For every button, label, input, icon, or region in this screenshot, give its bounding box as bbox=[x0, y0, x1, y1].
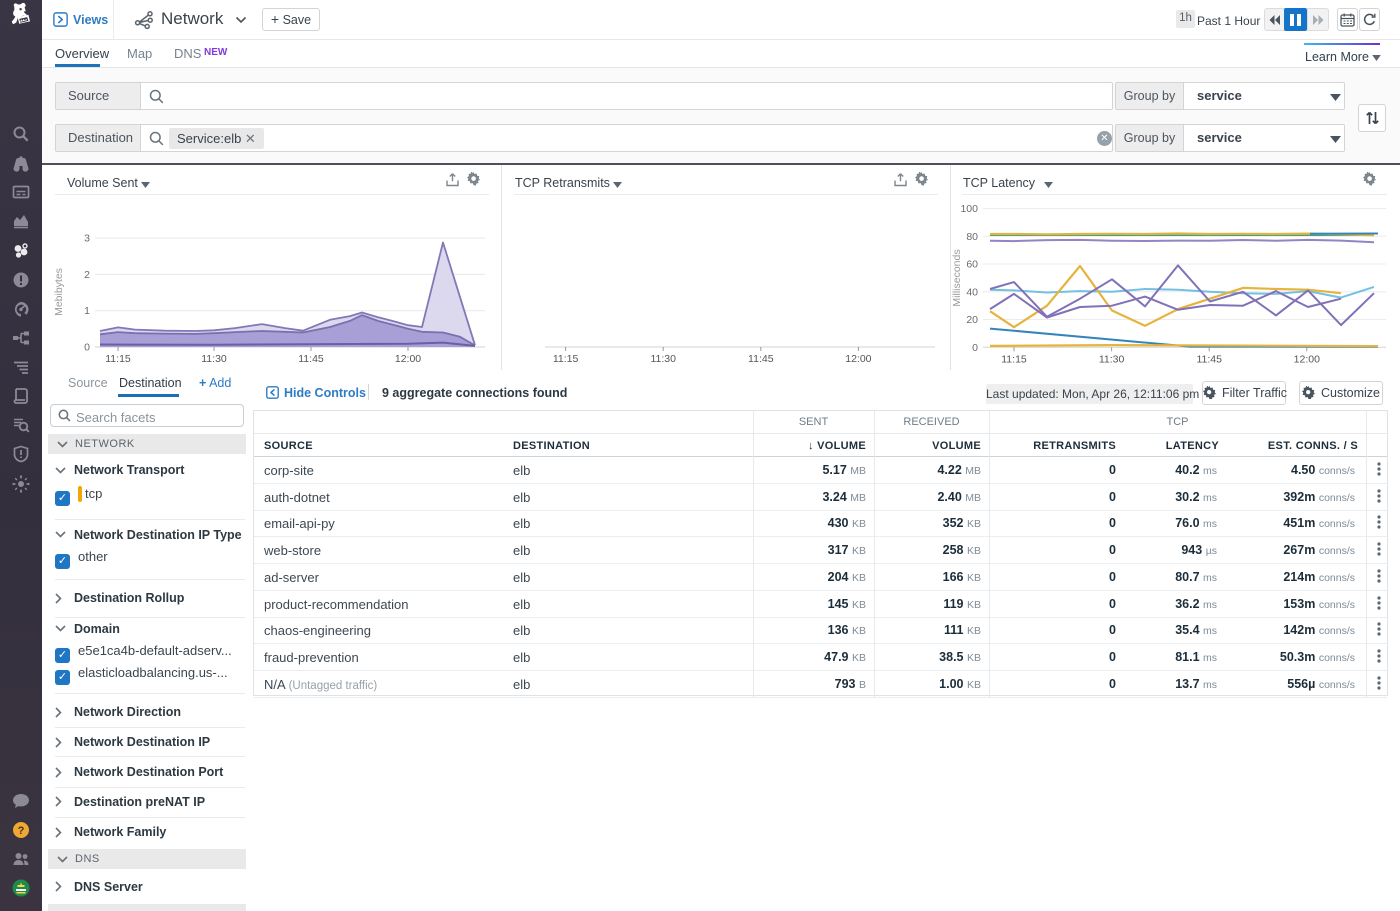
svg-text:100: 100 bbox=[960, 203, 978, 215]
svg-text:80: 80 bbox=[966, 231, 978, 243]
svg-text:Milliseconds: Milliseconds bbox=[951, 249, 963, 306]
svg-text:0: 0 bbox=[84, 342, 90, 354]
svg-text:11:15: 11:15 bbox=[105, 353, 131, 365]
svg-text:60: 60 bbox=[966, 259, 978, 271]
svg-text:12:00: 12:00 bbox=[845, 353, 871, 365]
svg-text:11:45: 11:45 bbox=[748, 353, 774, 365]
svg-text:0: 0 bbox=[972, 342, 978, 354]
svg-text:11:30: 11:30 bbox=[201, 353, 227, 365]
svg-text:1: 1 bbox=[84, 305, 90, 317]
svg-text:11:45: 11:45 bbox=[298, 353, 324, 365]
svg-text:Mebibytes: Mebibytes bbox=[53, 268, 65, 316]
svg-text:?: ? bbox=[18, 825, 25, 837]
svg-text:11:45: 11:45 bbox=[1196, 353, 1222, 365]
svg-text:11:15: 11:15 bbox=[553, 353, 579, 365]
svg-text:12:00: 12:00 bbox=[395, 353, 421, 365]
svg-text:11:30: 11:30 bbox=[1099, 353, 1125, 365]
svg-text:12:00: 12:00 bbox=[1294, 353, 1320, 365]
svg-text:20: 20 bbox=[966, 314, 978, 326]
svg-text:11:30: 11:30 bbox=[650, 353, 676, 365]
svg-text:40: 40 bbox=[966, 286, 978, 298]
svg-text:3: 3 bbox=[84, 233, 90, 245]
svg-text:11:15: 11:15 bbox=[1001, 353, 1027, 365]
svg-text:2: 2 bbox=[84, 269, 90, 281]
